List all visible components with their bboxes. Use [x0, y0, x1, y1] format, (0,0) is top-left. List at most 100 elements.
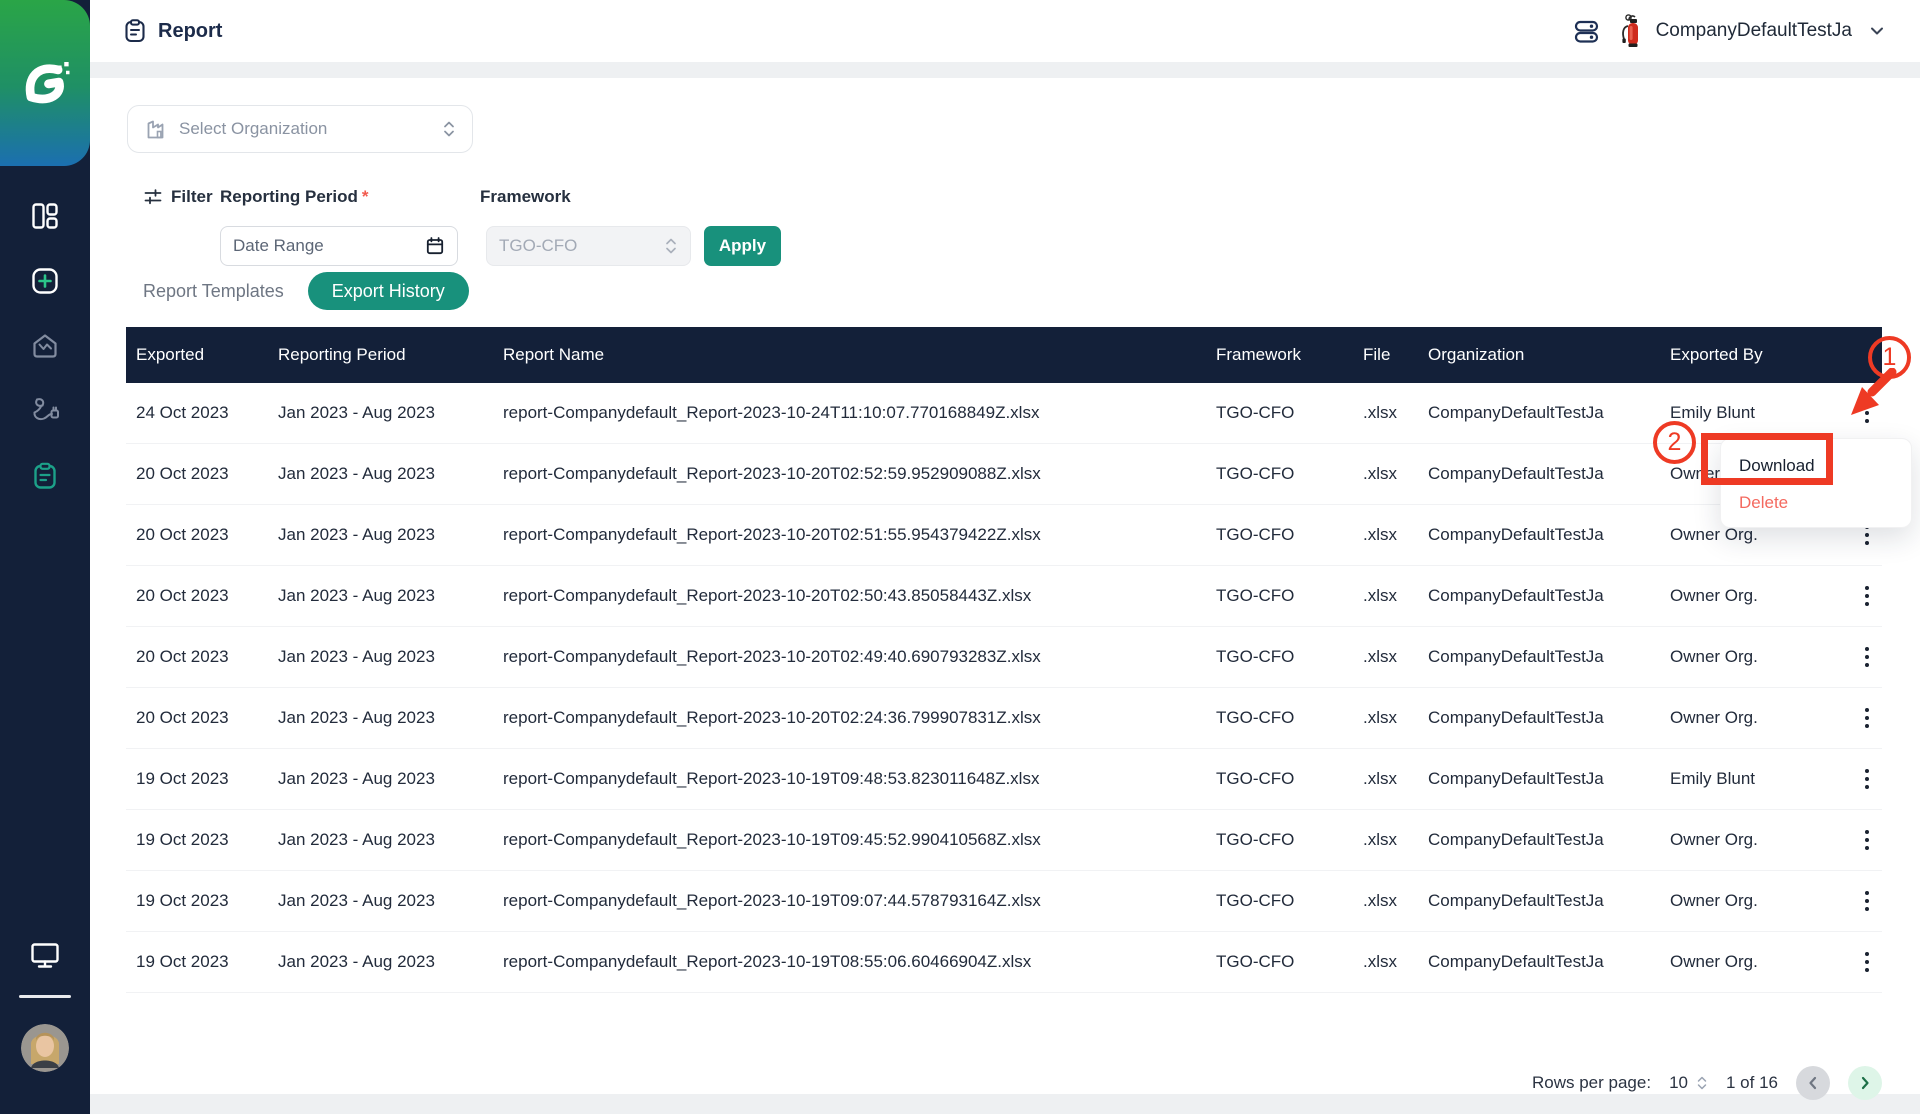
cell-organization: CompanyDefaultTestJa: [1428, 708, 1604, 727]
select-chevrons-icon: [444, 121, 454, 137]
cell-file: .xlsx: [1363, 830, 1397, 849]
cell-framework: TGO-CFO: [1216, 586, 1295, 605]
tab-report-templates[interactable]: Report Templates: [143, 281, 284, 302]
sidebar-item-monitor[interactable]: [29, 939, 61, 971]
cell-organization: CompanyDefaultTestJa: [1428, 647, 1604, 666]
cell-report-name: report-Companydefault_Report-2023-10-20T…: [503, 586, 1032, 605]
avatar-photo: [21, 1024, 69, 1072]
integrations-stack-icon[interactable]: [1573, 18, 1600, 45]
app-logo[interactable]: [0, 0, 90, 166]
framework-select[interactable]: TGO-CFO: [486, 226, 691, 266]
column-header: Exported By: [1670, 345, 1763, 364]
chevron-right-icon: [1861, 1076, 1869, 1090]
cell-framework: TGO-CFO: [1216, 525, 1295, 544]
row-actions-kebab-icon[interactable]: [1861, 704, 1873, 732]
cell-reporting-period: Jan 2023 - Aug 2023: [278, 769, 435, 788]
date-range-input[interactable]: Date Range: [220, 226, 458, 266]
required-asterisk: *: [361, 187, 369, 206]
pagination: Rows per page: 10 1 of 16: [1532, 1066, 1882, 1100]
page-info: 1 of 16: [1726, 1073, 1778, 1092]
cell-exported-by: Emily Blunt: [1670, 769, 1756, 788]
cell-reporting-period: Jan 2023 - Aug 2023: [278, 830, 435, 849]
sidebar-item-plant-energy[interactable]: [29, 395, 61, 427]
cell-reporting-period: Jan 2023 - Aug 2023: [278, 464, 435, 483]
user-avatar[interactable]: [21, 1024, 69, 1072]
next-page-button[interactable]: [1848, 1066, 1882, 1100]
table-row: 19 Oct 2023 Jan 2023 - Aug 2023 report-C…: [126, 749, 1882, 810]
rows-per-page-select[interactable]: 10: [1669, 1073, 1708, 1093]
cell-exported: 20 Oct 2023: [136, 708, 229, 727]
cell-report-name: report-Companydefault_Report-2023-10-19T…: [503, 769, 1040, 788]
cell-framework: TGO-CFO: [1216, 952, 1295, 971]
sidebar-nav: [0, 200, 90, 492]
cell-file: .xlsx: [1363, 952, 1397, 971]
monitor-icon: [31, 943, 59, 968]
cell-framework: TGO-CFO: [1216, 708, 1295, 727]
cell-report-name: report-Companydefault_Report-2023-10-24T…: [503, 403, 1040, 422]
sidebar-item-home-analytics[interactable]: [29, 330, 61, 362]
sidebar-item-add[interactable]: [29, 265, 61, 297]
annotation-highlight-rect: [1701, 433, 1833, 485]
row-actions-kebab-icon[interactable]: [1861, 765, 1873, 793]
column-header: Exported: [136, 345, 205, 364]
cell-exported: 20 Oct 2023: [136, 525, 229, 544]
cell-organization: CompanyDefaultTestJa: [1428, 769, 1604, 788]
row-actions-kebab-icon[interactable]: [1861, 643, 1873, 671]
row-actions-kebab-icon[interactable]: [1861, 826, 1873, 854]
cell-file: .xlsx: [1363, 525, 1397, 544]
table-row: 19 Oct 2023 Jan 2023 - Aug 2023 report-C…: [126, 932, 1882, 993]
page-title: Report: [158, 19, 223, 42]
column-header: File: [1363, 345, 1391, 364]
framework-value: TGO-CFO: [499, 236, 578, 255]
cell-exported-by: Owner Org.: [1670, 647, 1758, 666]
cell-reporting-period: Jan 2023 - Aug 2023: [278, 586, 435, 605]
cell-file: .xlsx: [1363, 708, 1397, 727]
cell-reporting-period: Jan 2023 - Aug 2023: [278, 647, 435, 666]
column-header: Reporting Period: [278, 345, 406, 364]
apply-button[interactable]: Apply: [704, 226, 781, 266]
sidebar-item-report[interactable]: [29, 460, 61, 492]
sidebar-bottom: [0, 939, 90, 1114]
cell-exported: 20 Oct 2023: [136, 464, 229, 483]
row-actions-kebab-icon[interactable]: [1861, 582, 1873, 610]
previous-page-button[interactable]: [1796, 1066, 1830, 1100]
dashboard-icon: [32, 203, 58, 229]
tab-export-history[interactable]: Export History: [307, 272, 469, 310]
cell-reporting-period: Jan 2023 - Aug 2023: [278, 525, 435, 544]
cell-file: .xlsx: [1363, 464, 1397, 483]
report-page-icon: [125, 19, 145, 43]
cell-organization: CompanyDefaultTestJa: [1428, 525, 1604, 544]
company-selector-label[interactable]: CompanyDefaultTestJa: [1656, 20, 1852, 42]
chevron-down-icon[interactable]: [1868, 22, 1886, 40]
menu-item-delete[interactable]: Delete: [1721, 484, 1911, 521]
plant-energy-icon: [33, 398, 59, 421]
cell-exported-by: Owner Org.: [1670, 586, 1758, 605]
sidebar-item-dashboard[interactable]: [29, 200, 61, 232]
cell-file: .xlsx: [1363, 586, 1397, 605]
cell-framework: TGO-CFO: [1216, 769, 1295, 788]
row-actions-kebab-icon[interactable]: [1861, 887, 1873, 915]
cell-exported: 19 Oct 2023: [136, 891, 229, 910]
column-header: Report Name: [503, 345, 605, 364]
cell-file: .xlsx: [1363, 403, 1397, 422]
cell-framework: TGO-CFO: [1216, 891, 1295, 910]
select-organization-dropdown[interactable]: Select Organization: [127, 105, 473, 153]
topbar-right: CompanyDefaultTestJa: [1573, 13, 1886, 49]
rows-per-page-label: Rows per page:: [1532, 1073, 1652, 1092]
annotation-step-2: 2: [1653, 421, 1696, 464]
framework-label: Framework: [480, 187, 571, 206]
cell-file: .xlsx: [1363, 647, 1397, 666]
rows-per-page-value: 10: [1669, 1073, 1688, 1092]
table-body: 24 Oct 2023 Jan 2023 - Aug 2023 report-C…: [126, 383, 1882, 993]
cell-reporting-period: Jan 2023 - Aug 2023: [278, 952, 435, 971]
cell-exported: 24 Oct 2023: [136, 403, 229, 422]
cell-reporting-period: Jan 2023 - Aug 2023: [278, 708, 435, 727]
row-actions-kebab-icon[interactable]: [1861, 948, 1873, 976]
cell-report-name: report-Companydefault_Report-2023-10-19T…: [503, 952, 1032, 971]
date-range-placeholder: Date Range: [233, 236, 324, 255]
filter-label: Filter: [143, 187, 213, 207]
cell-exported: 19 Oct 2023: [136, 830, 229, 849]
calendar-icon[interactable]: [425, 236, 445, 256]
add-square-icon: [32, 268, 58, 294]
cell-report-name: report-Companydefault_Report-2023-10-20T…: [503, 708, 1041, 727]
